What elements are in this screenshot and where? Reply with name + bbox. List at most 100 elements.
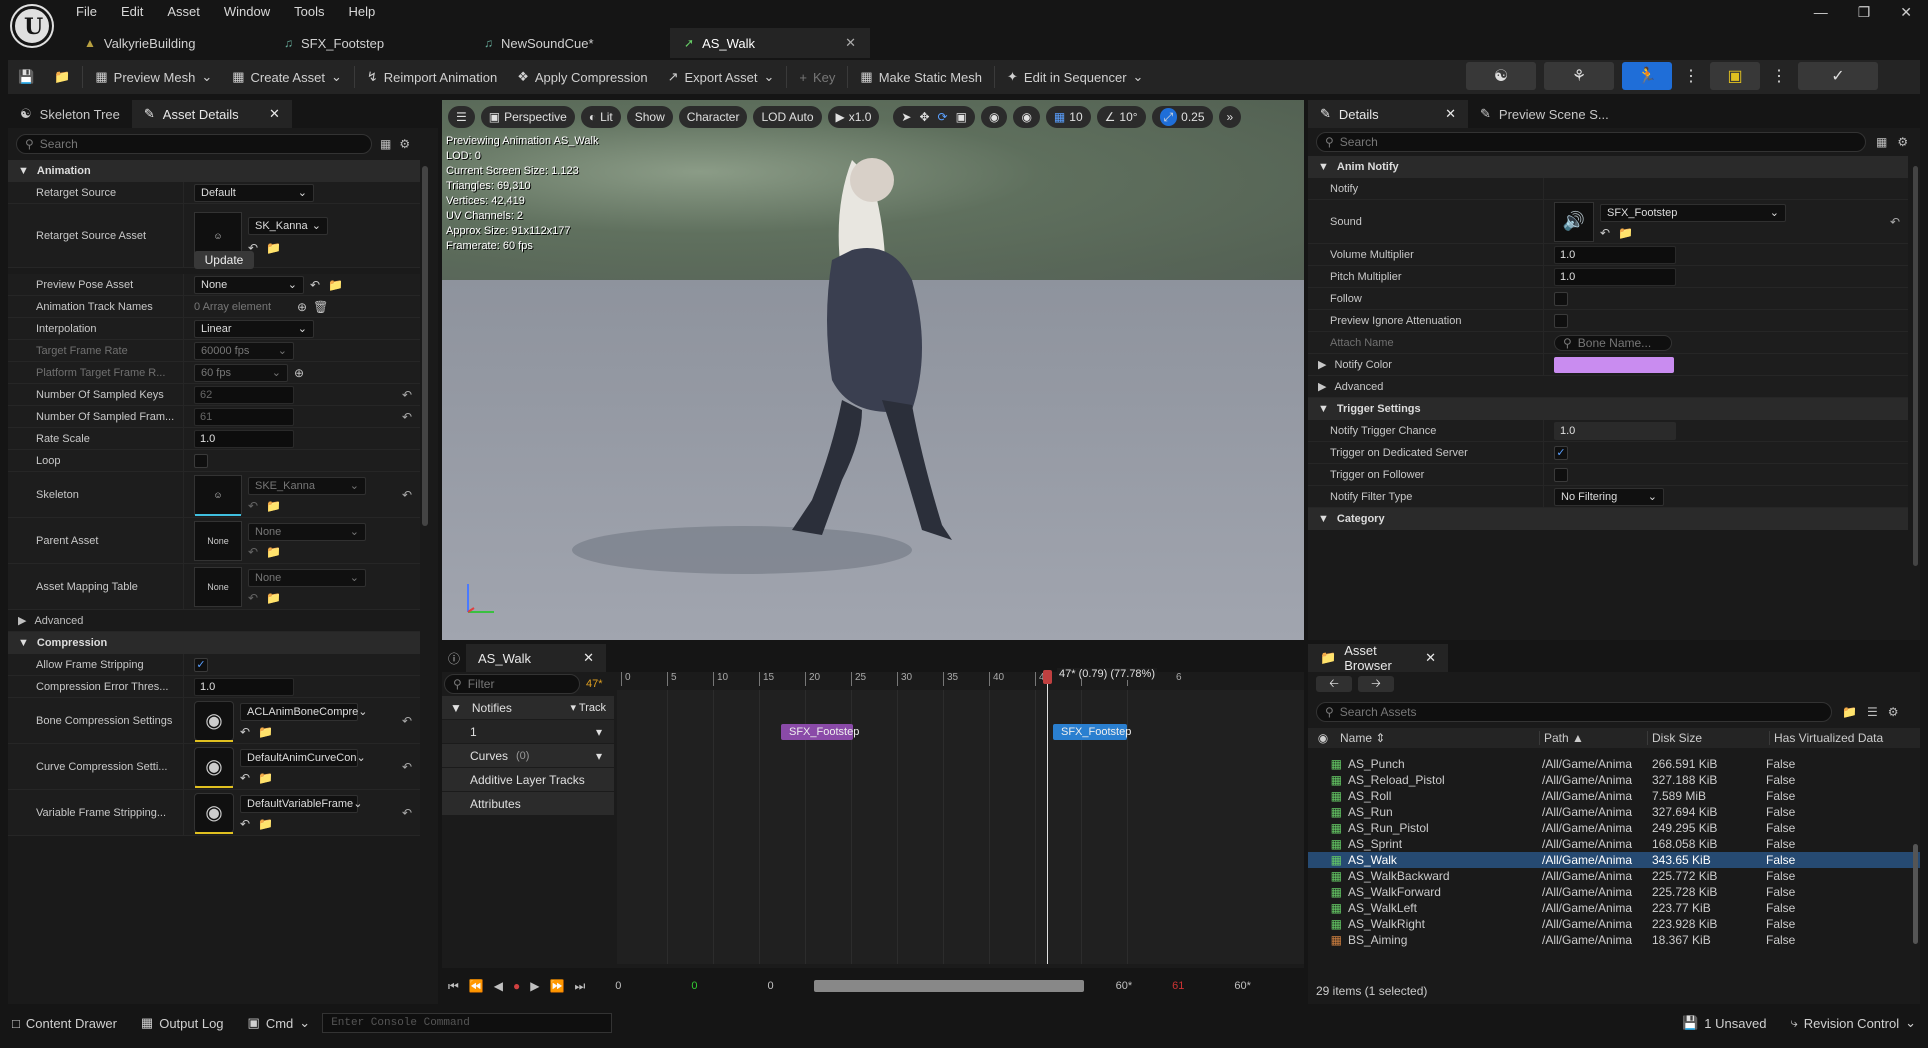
use-selected-icon[interactable]: ↶ — [310, 278, 320, 292]
edit-in-sequencer-button[interactable]: ✦ Edit in Sequencer ⌄ — [997, 62, 1153, 92]
loop-checkbox[interactable] — [194, 453, 208, 468]
sound-thumbnail[interactable]: 🔊 — [1554, 201, 1594, 242]
angle-snap-button[interactable]: ∠ 10° — [1096, 106, 1146, 128]
menu-edit[interactable]: Edit — [109, 2, 155, 24]
category-anim-notify[interactable]: ▼ Anim Notify — [1308, 156, 1908, 178]
timeline-area[interactable]: 0 5 10 15 20 25 30 35 40 45 50 55 6 47* … — [617, 668, 1304, 964]
row-advanced[interactable]: ▶ Advanced — [1308, 376, 1908, 398]
revision-control-button[interactable]: ⤷ Revision Control ⌄ — [1778, 1015, 1928, 1031]
parent-thumbnail[interactable]: None — [194, 520, 242, 561]
grid-snap-button[interactable]: ▦ 10 — [1045, 106, 1091, 128]
tab-as-walk[interactable]: AS_Walk ✕ — [466, 644, 607, 672]
search-input[interactable]: ⚲ Search — [16, 134, 372, 154]
more-toolbar-button[interactable]: » — [1218, 106, 1242, 128]
mesh-mode-button[interactable]: ⚘ — [1544, 62, 1614, 90]
select-icon[interactable]: ➤ — [901, 110, 911, 124]
notify-sfx-footstep-1[interactable]: SFX_Footstep — [781, 724, 859, 740]
asset-row[interactable]: ▦ AS_Reload_Pistol/All/Game/Anima 327.188 … — [1308, 772, 1920, 788]
close-tab-icon[interactable]: ✕ — [583, 650, 594, 666]
retarget-source-combo[interactable]: Default ⌄ — [194, 183, 314, 202]
blueprint-mode-button[interactable]: ▣ — [1710, 62, 1760, 90]
asset-row[interactable]: ▦ AS_Walk/All/Game/Anima 343.65 KiB False — [1308, 852, 1920, 868]
menu-file[interactable]: File — [64, 2, 109, 24]
browse-icon[interactable]: 📁 — [258, 771, 273, 785]
asset-row[interactable]: ▦ AS_WalkBackward/All/Game/Anima 225.772 K… — [1308, 868, 1920, 884]
notify-track-row[interactable]: 1 ▾ — [442, 720, 614, 744]
retarget-asset-combo[interactable]: SK_Kanna ⌄ — [248, 216, 328, 235]
reset-icon[interactable]: ↶ — [402, 488, 412, 502]
trigger-chance-field[interactable]: 1.0 — [1554, 421, 1676, 440]
pitch-field[interactable]: 1.0 — [1554, 267, 1676, 286]
filter-type-combo[interactable]: No Filtering ⌄ — [1554, 487, 1664, 506]
tab-details[interactable]: ✎ Details ✕ — [1308, 100, 1468, 128]
record-icon[interactable]: ● — [513, 979, 520, 993]
character-button[interactable]: Character — [678, 106, 748, 128]
animation-mode-button[interactable]: 🏃 — [1622, 62, 1672, 90]
use-selected-icon[interactable]: ↶ — [240, 725, 250, 739]
reset-icon[interactable]: ↶ — [1890, 215, 1900, 229]
notify-sfx-footstep-2[interactable]: SFX_Footstep — [1053, 724, 1131, 740]
delete-icon[interactable]: 🗑 — [313, 300, 328, 314]
menu-help[interactable]: Help — [336, 2, 387, 24]
surface-snap-button[interactable]: ◉ — [1013, 106, 1040, 128]
error-threshold-field[interactable]: 1.0 — [194, 677, 294, 696]
to-end-icon[interactable]: ⏭ — [574, 979, 585, 994]
show-button[interactable]: Show — [626, 106, 673, 128]
unsaved-button[interactable]: 💾 1 Unsaved — [1670, 1015, 1778, 1031]
reset-icon[interactable]: ↶ — [402, 410, 412, 424]
play-icon[interactable]: ▶ — [530, 979, 539, 993]
variable-frame-combo[interactable]: DefaultVariableFrame ⌄ — [240, 794, 362, 813]
asset-row[interactable]: ▦ AS_Punch/All/Game/Anima 266.591 KiB False — [1308, 756, 1920, 772]
volume-field[interactable]: 1.0 — [1554, 245, 1676, 264]
close-tab-icon[interactable]: ✕ — [845, 35, 856, 51]
browse-icon[interactable]: 📁 — [266, 545, 281, 559]
reset-icon[interactable]: ↶ — [402, 714, 412, 728]
content-drawer-button[interactable]: □ Content Drawer — [0, 1016, 129, 1031]
use-selected-icon[interactable]: ↶ — [248, 591, 258, 605]
output-log-button[interactable]: ▦ Output Log — [129, 1015, 236, 1031]
browse-icon[interactable]: 📁 — [266, 591, 281, 605]
tab-preview-scene[interactable]: ✎ Preview Scene S... — [1468, 100, 1621, 128]
doc-tab-newsoundcue[interactable]: ♫ NewSoundCue* — [470, 28, 670, 58]
asset-row[interactable]: ▦ AS_Sprint/All/Game/Anima 168.058 KiB Fals… — [1308, 836, 1920, 852]
browse-button[interactable]: 📁 — [44, 62, 80, 92]
use-selected-icon[interactable]: ↶ — [248, 545, 258, 559]
maximize-icon[interactable]: ❐ — [1858, 4, 1871, 21]
unreal-logo-icon[interactable]: U — [12, 6, 52, 46]
move-icon[interactable]: ✥ — [919, 110, 929, 124]
bone-compression-combo[interactable]: ACLAnimBoneCompre ⌄ — [240, 702, 368, 721]
asset-search-input[interactable]: ⚲ Search Assets — [1316, 702, 1832, 722]
key-button[interactable]: + Key — [789, 62, 845, 92]
add-icon[interactable]: ⊕ — [294, 366, 304, 380]
attributes-row[interactable]: Attributes — [442, 792, 614, 816]
curve-compression-thumbnail[interactable]: ◉ — [194, 746, 234, 788]
help-icon[interactable]: ⓘ — [442, 650, 466, 667]
sound-combo[interactable]: SFX_Footstep ⌄ — [1600, 203, 1786, 222]
rotate-icon[interactable]: ⟳ — [938, 110, 948, 124]
console-input[interactable]: Enter Console Command — [322, 1013, 613, 1033]
asset-row[interactable]: ▦ AS_WalkRight/All/Game/Anima 223.928 KiB F… — [1308, 916, 1920, 932]
more-options-icon[interactable]: ⋮ — [1680, 62, 1702, 90]
settings-icon[interactable]: ⚙ — [1897, 135, 1908, 149]
browse-icon[interactable]: 📁 — [266, 499, 281, 513]
tab-skeleton-tree[interactable]: ☯ Skeleton Tree — [8, 100, 132, 128]
close-tab-icon[interactable]: ✕ — [269, 106, 280, 122]
parent-asset-combo[interactable]: None ⌄ — [248, 522, 366, 541]
make-static-mesh-button[interactable]: ▦ Make Static Mesh — [850, 62, 992, 92]
category-compression[interactable]: ▼ Compression — [8, 632, 420, 654]
minimize-icon[interactable]: — — [1814, 4, 1828, 21]
play-speed-button[interactable]: ▶ x1.0 — [827, 106, 880, 128]
doc-tab-sfx-footstep[interactable]: ♫ SFX_Footstep — [270, 28, 470, 58]
close-tab-icon[interactable]: ✕ — [1425, 650, 1436, 666]
browse-icon[interactable]: 📁 — [258, 725, 273, 739]
use-selected-icon[interactable]: ↶ — [240, 771, 250, 785]
column-disk-size[interactable]: Disk Size — [1648, 731, 1770, 745]
row-advanced[interactable]: ▶ Advanced — [8, 610, 420, 632]
folder-icon[interactable]: 📁 — [1842, 705, 1857, 719]
step-forward-icon[interactable]: ⏩ — [549, 979, 564, 993]
perspective-button[interactable]: ▣ Perspective — [480, 106, 575, 128]
forward-button[interactable]: 🡢 — [1358, 676, 1394, 692]
lit-button[interactable]: ◐ Lit — [580, 106, 621, 128]
to-start-icon[interactable]: ⏮ — [448, 979, 459, 994]
follow-checkbox[interactable] — [1554, 291, 1568, 306]
